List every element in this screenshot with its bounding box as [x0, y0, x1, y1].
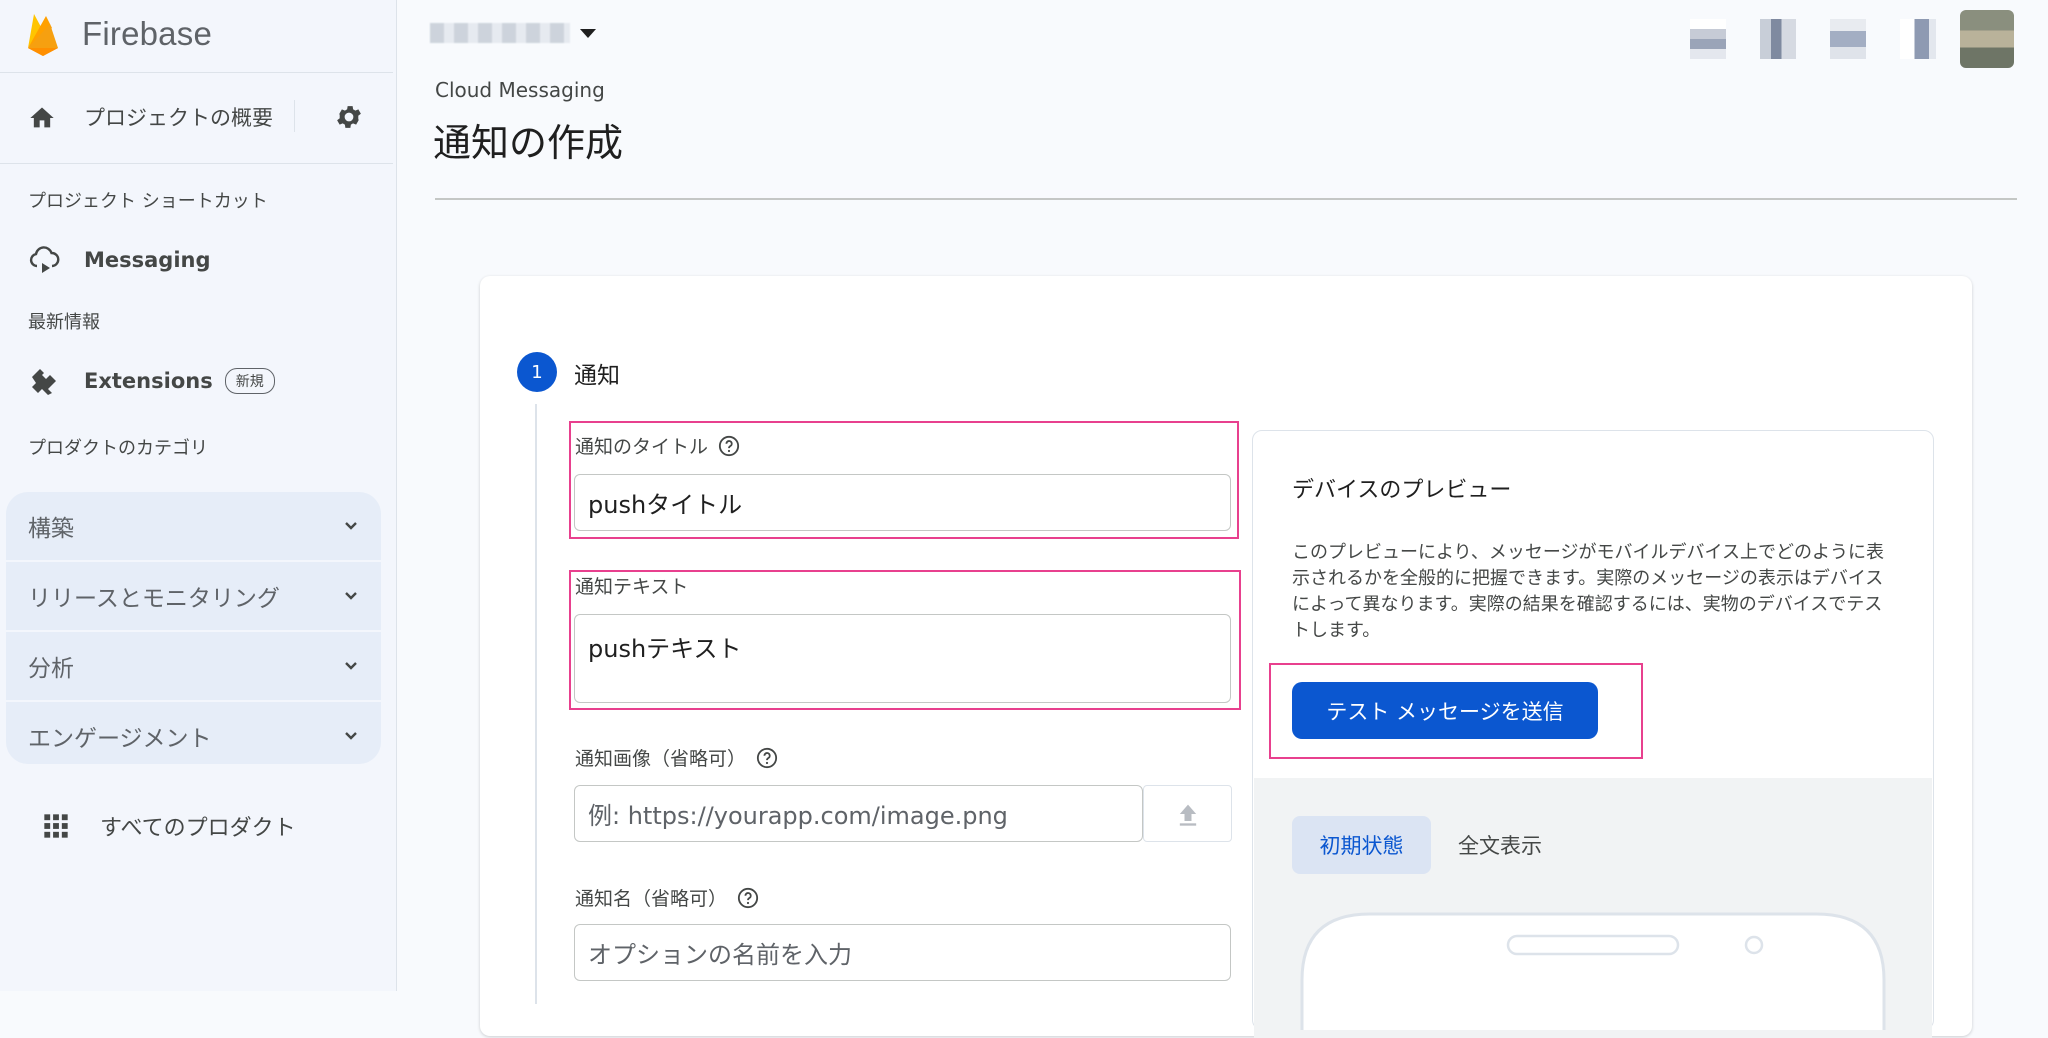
divider — [0, 72, 393, 73]
shortcuts-section-label: プロジェクト ショートカット — [28, 191, 268, 212]
brand-name: Firebase — [82, 15, 212, 52]
chevron-down-icon — [345, 732, 357, 740]
home-icon — [30, 107, 54, 128]
sidebar-item-extensions[interactable]: Extensions 新規 — [28, 361, 275, 401]
category-engagement[interactable]: エンゲージメント — [6, 702, 381, 764]
field-label-text: 通知名（省略可） — [575, 888, 728, 910]
header-action-icon[interactable] — [1690, 19, 1726, 59]
new-badge: 新規 — [224, 368, 275, 394]
category-label: 分析 — [28, 656, 74, 682]
divider — [435, 198, 2017, 200]
sidebar-item-messaging[interactable]: Messaging — [28, 240, 211, 280]
device-preview-title: デバイスのプレビュー — [1292, 478, 1512, 503]
chevron-down-icon — [345, 592, 357, 600]
send-test-message-button[interactable]: テスト メッセージを送信 — [1292, 682, 1598, 739]
help-icon[interactable] — [737, 887, 759, 909]
divider — [294, 100, 295, 132]
project-overview-row: プロジェクトの概要 — [0, 92, 393, 142]
chevron-down-icon — [345, 662, 357, 670]
sidebar-item-label: Messaging — [84, 248, 211, 272]
category-release-monitoring[interactable]: リリースとモニタリング — [6, 562, 381, 632]
project-name-redacted — [430, 23, 570, 43]
help-icon[interactable] — [756, 747, 778, 769]
category-label: リリースとモニタリング — [28, 586, 280, 612]
category-label: 構築 — [28, 516, 74, 542]
apps-grid-icon — [44, 814, 68, 838]
whats-new-section-label: 最新情報 — [28, 312, 100, 333]
category-analytics[interactable]: 分析 — [6, 632, 381, 702]
breadcrumb[interactable]: Cloud Messaging — [435, 78, 605, 102]
category-label: エンゲージメント — [28, 726, 212, 752]
field-label-text: 通知のタイトル — [575, 436, 709, 458]
dropdown-caret-icon — [580, 28, 596, 38]
sidebar-item-label: Extensions — [84, 369, 213, 393]
notification-image-url-input[interactable]: 例: https://yourapp.com/image.png — [574, 785, 1143, 842]
extensions-icon — [32, 369, 56, 395]
header-actions — [1656, 10, 2014, 68]
notification-text-input[interactable]: pushテキスト — [574, 614, 1231, 703]
firebase-brand[interactable]: Firebase — [24, 10, 212, 58]
firebase-logo-icon — [28, 14, 58, 56]
notification-title-input[interactable]: pushタイトル — [574, 474, 1231, 531]
tab-initial-state[interactable]: 初期状態 — [1292, 816, 1431, 874]
categories-section-label: プロダクトのカテゴリ — [28, 438, 208, 459]
messaging-icon — [29, 246, 60, 273]
page-title: 通知の作成 — [433, 121, 624, 165]
notification-title-label: 通知のタイトル — [575, 432, 740, 459]
product-categories: 構築 リリースとモニタリング 分析 エンゲージメント — [6, 492, 381, 764]
gear-icon[interactable] — [334, 102, 364, 132]
upload-image-button[interactable] — [1143, 785, 1232, 842]
field-label-text: 通知テキスト — [575, 576, 689, 598]
all-products-link[interactable]: すべてのプロダクト — [42, 806, 296, 846]
device-preview-description: このプレビューにより、メッセージがモバイルデバイス上でどのように表示されるかを全… — [1292, 542, 1885, 641]
divider — [0, 163, 393, 164]
category-build[interactable]: 構築 — [6, 492, 381, 562]
tab-full-text[interactable]: 全文表示 — [1458, 830, 1542, 860]
upload-icon — [1179, 804, 1196, 826]
notification-name-label: 通知名（省略可） — [575, 884, 759, 911]
step-title[interactable]: 通知 — [574, 356, 620, 390]
project-switcher[interactable] — [430, 18, 596, 48]
header-action-icon[interactable] — [1900, 19, 1936, 59]
header-action-icon[interactable] — [1830, 19, 1866, 59]
step-connector — [535, 404, 537, 1004]
help-icon[interactable] — [718, 435, 740, 457]
all-products-label: すべてのプロダクト — [100, 816, 296, 841]
sidebar: Firebase プロジェクトの概要 プロジェクト ショートカット Messag… — [0, 0, 397, 991]
phone-mockup — [1300, 912, 1886, 1030]
notification-name-input[interactable]: オプションの名前を入力 — [574, 924, 1231, 981]
chevron-down-icon — [345, 522, 357, 530]
project-overview-link[interactable]: プロジェクトの概要 — [84, 102, 273, 132]
step-number: 1 — [517, 352, 557, 392]
notification-text-label: 通知テキスト — [575, 572, 688, 599]
header-action-icon[interactable] — [1760, 19, 1796, 59]
field-label-text: 通知画像（省略可） — [575, 748, 747, 770]
notification-image-label: 通知画像（省略可） — [575, 744, 778, 771]
avatar[interactable] — [1960, 10, 2014, 68]
